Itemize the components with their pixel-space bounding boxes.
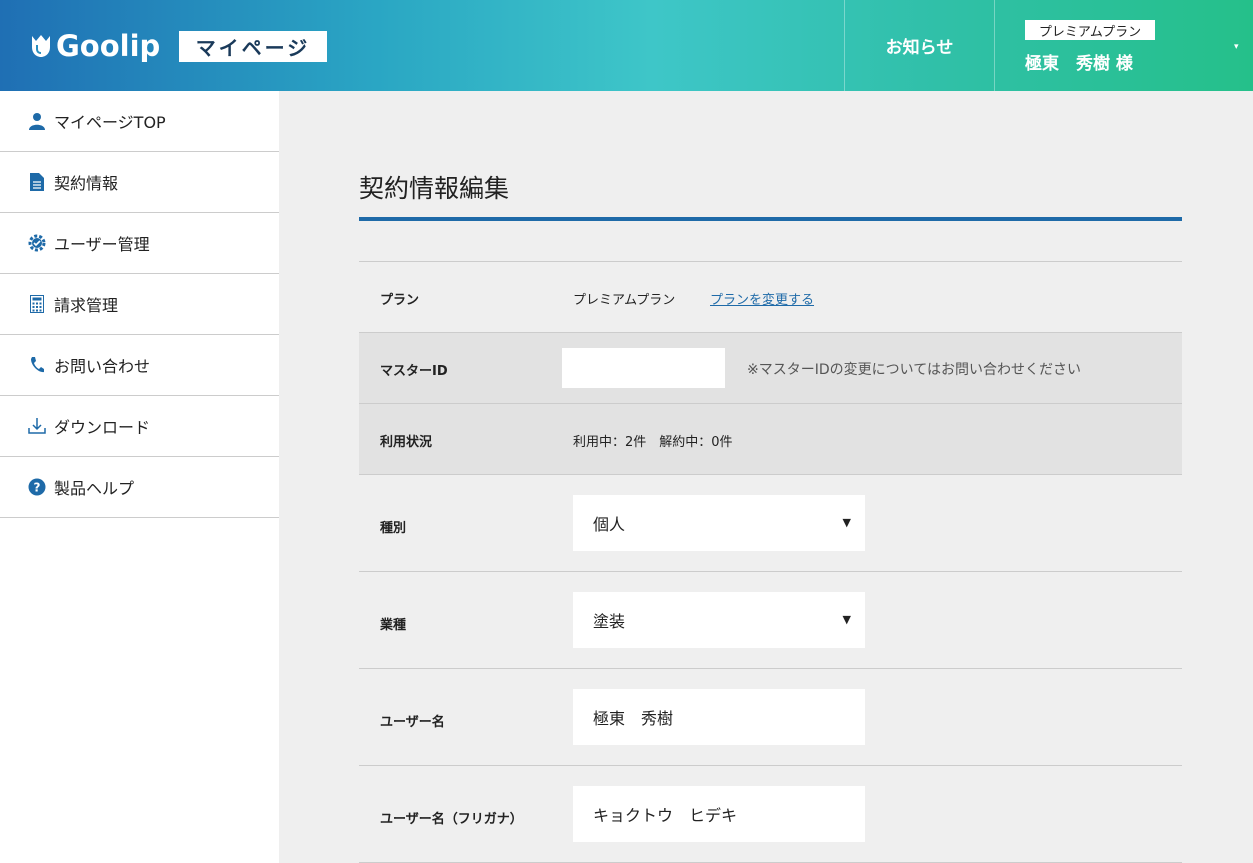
page-title: 契約情報編集 [359, 174, 510, 203]
sidebar-item-label: ダウンロード [54, 418, 151, 437]
industry-select[interactable]: 塗装 ▼ [573, 592, 865, 648]
sidebar-item-users[interactable]: ユーザー管理 [0, 213, 279, 274]
user-menu[interactable]: プレミアムプラン 極東 秀樹 様 [995, 0, 1253, 91]
phone-icon [28, 356, 46, 374]
type-select-value: 個人 [593, 515, 626, 534]
master-id-label: マスターID [380, 364, 448, 379]
usage-label: 利用状況 [380, 435, 433, 450]
user-kana-row: ユーザー名（フリガナ） キョクトウ ヒデキ [359, 766, 1182, 863]
master-id-note: ※マスターIDの変更についてはお問い合わせください [747, 362, 1081, 378]
industry-select-value: 塗装 [593, 612, 626, 631]
help-icon: ? [28, 478, 46, 496]
sidebar-item-help[interactable]: ? 製品ヘルプ [0, 457, 279, 518]
plan-row: プラン プレミアムプラン プランを変更する [359, 262, 1182, 333]
sidebar-item-download[interactable]: ダウンロード [0, 396, 279, 457]
change-plan-link[interactable]: プランを変更する [710, 289, 814, 308]
sidebar-item-contact[interactable]: お問い合わせ [0, 335, 279, 396]
user-name-row: ユーザー名 極東 秀樹 [359, 669, 1182, 766]
plan-value: プレミアムプラン [573, 293, 676, 308]
master-id-row: マスターID ※マスターIDの変更についてはお問い合わせください [359, 333, 1182, 404]
plan-label: プラン [380, 293, 420, 308]
usage-row: 利用状況 利用中：2件 解約中：0件 [359, 404, 1182, 475]
plan-badge: プレミアムプラン [1025, 20, 1155, 40]
user-name-label: ユーザー名 [380, 715, 445, 730]
industry-row: 業種 塗装 ▼ [359, 572, 1182, 669]
sidebar-item-contract[interactable]: 契約情報 [0, 152, 279, 213]
svg-text:?: ? [34, 481, 41, 495]
document-icon [28, 173, 46, 191]
title-underline [359, 217, 1182, 221]
app-header: Goolip マイページ お知らせ プレミアムプラン 極東 秀樹 様 ▾ [0, 0, 1253, 91]
sidebar-item-label: お問い合わせ [54, 357, 151, 376]
usage-value: 利用中：2件 解約中：0件 [573, 435, 733, 450]
download-icon [28, 417, 46, 435]
sidebar-item-label: 契約情報 [54, 174, 119, 193]
contract-form: プラン プレミアムプラン プランを変更する マスターID ※マスターIDの変更に… [359, 261, 1182, 863]
user-kana-label: ユーザー名（フリガナ） [380, 812, 523, 827]
calculator-icon [28, 295, 46, 313]
notice-button[interactable]: お知らせ [845, 0, 994, 91]
master-id-field [562, 348, 725, 388]
chevron-down-icon: ▼ [842, 613, 851, 626]
logo-icon [32, 35, 50, 57]
sidebar-item-label: 製品ヘルプ [54, 479, 135, 498]
sidebar: マイページTOP 契約情報 ユーザー管理 請求管理 お問い合わせ ダウンロード … [0, 91, 279, 863]
sidebar-item-label: 請求管理 [54, 296, 119, 315]
logo-text: Goolip [56, 29, 161, 63]
logo[interactable]: Goolip [30, 26, 160, 66]
user-icon [28, 112, 46, 130]
sidebar-item-label: ユーザー管理 [54, 235, 150, 254]
sidebar-item-mypage-top[interactable]: マイページTOP [0, 91, 279, 152]
type-label: 種別 [380, 521, 407, 536]
industry-label: 業種 [380, 618, 407, 633]
type-select[interactable]: 個人 ▼ [573, 495, 865, 551]
user-settings-icon [28, 234, 46, 252]
user-name: 極東 秀樹 様 [1025, 54, 1133, 74]
user-name-input[interactable]: 極東 秀樹 [573, 689, 865, 745]
sidebar-item-label: マイページTOP [54, 113, 166, 132]
chevron-down-icon: ▼ [842, 516, 851, 529]
user-kana-input[interactable]: キョクトウ ヒデキ [573, 786, 865, 842]
sidebar-item-billing[interactable]: 請求管理 [0, 274, 279, 335]
section-tag: マイページ [179, 31, 327, 62]
type-row: 種別 個人 ▼ [359, 475, 1182, 572]
user-menu-caret-icon[interactable]: ▾ [1234, 42, 1239, 52]
